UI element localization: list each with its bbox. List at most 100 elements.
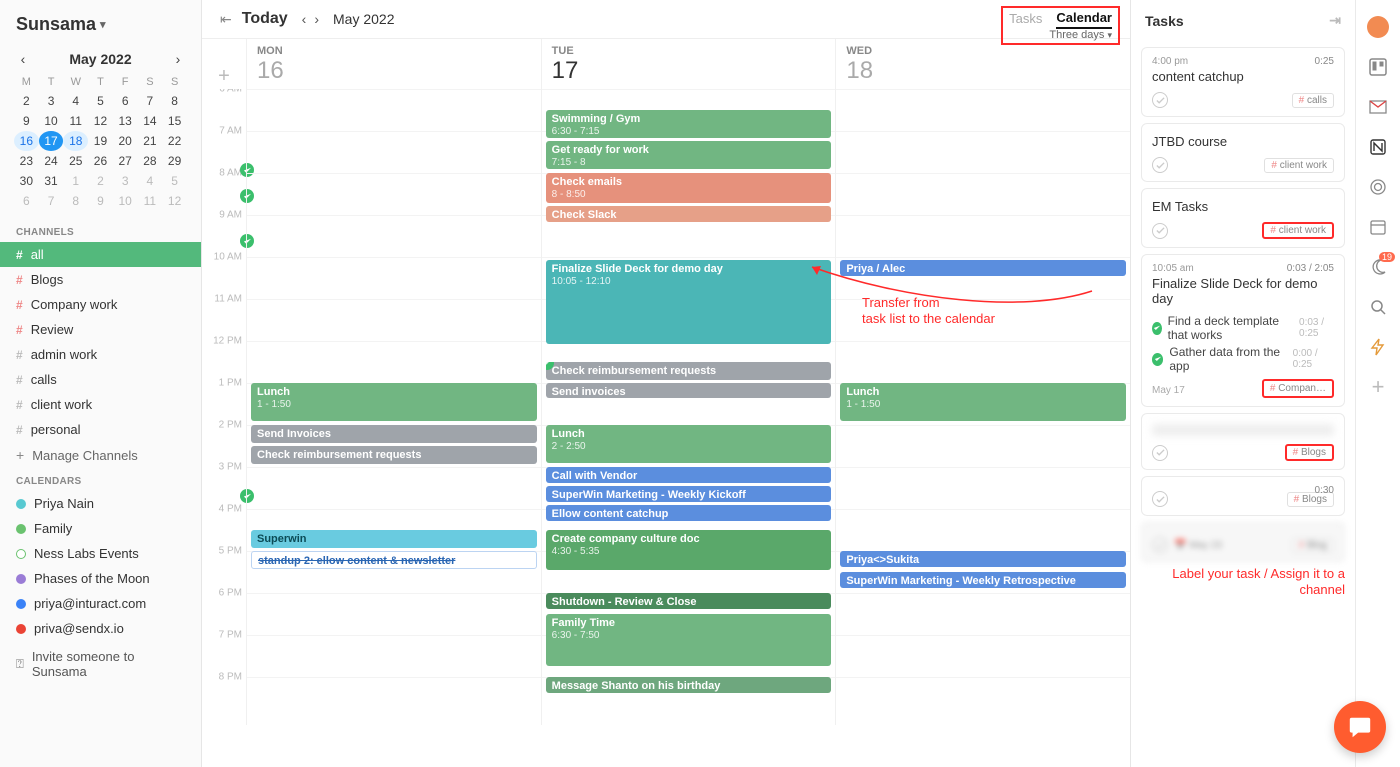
channel-item[interactable]: #personal [0, 417, 201, 442]
complete-circle[interactable] [1152, 157, 1168, 173]
task-card[interactable]: 10:05 am0:03 / 2:05Finalize Slide Deck f… [1141, 254, 1345, 407]
expand-panel-icon[interactable]: ⇥ [1329, 12, 1341, 29]
rail-calendar-icon[interactable] [1367, 216, 1389, 238]
rail-bolt-icon[interactable] [1367, 336, 1389, 358]
mini-cal-day[interactable]: 31 [39, 171, 64, 191]
calendar-event[interactable]: Lunch1 - 1:50 [251, 383, 537, 421]
mini-cal-day[interactable]: 24 [39, 151, 64, 171]
mini-cal-day[interactable]: 18 [63, 131, 88, 151]
mini-cal-day[interactable]: 7 [138, 91, 163, 111]
calendar-event[interactable]: Shutdown - Review & Close [546, 593, 832, 609]
calendar-event[interactable]: Send invoices [546, 383, 832, 398]
channel-item[interactable]: #admin work [0, 342, 201, 367]
task-tag[interactable]: # client work [1262, 222, 1334, 239]
prev-day[interactable]: ‹ [302, 11, 307, 27]
day-column-mon[interactable]: Lunch1 - 1:50Send InvoicesCheck reimburs… [246, 89, 541, 725]
mini-cal-day[interactable]: 30 [14, 171, 39, 191]
mini-cal-day[interactable]: 3 [39, 91, 64, 111]
rail-target-icon[interactable] [1367, 176, 1389, 198]
complete-circle[interactable] [1152, 537, 1168, 553]
rail-search-icon[interactable] [1367, 296, 1389, 318]
calendar-event[interactable]: Check Slack [546, 206, 832, 222]
rail-gmail-icon[interactable] [1367, 96, 1389, 118]
mini-cal-day[interactable]: 22 [162, 131, 187, 151]
mini-cal-day[interactable]: 17 [39, 131, 64, 151]
task-card[interactable]: 📅 May 23# Blog [1141, 522, 1345, 562]
calendar-item[interactable]: priva@sendx.io [0, 616, 201, 641]
mini-cal-day[interactable]: 12 [88, 111, 113, 131]
mini-cal-day[interactable]: 15 [162, 111, 187, 131]
day-header[interactable]: MON16 [246, 39, 541, 89]
day-header[interactable]: TUE17 [541, 39, 836, 89]
calendar-event[interactable]: Swimming / Gym6:30 - 7:15 [546, 110, 832, 138]
calendar-event[interactable]: Lunch2 - 2:50 [546, 425, 832, 463]
today-button[interactable]: Today [242, 10, 288, 28]
mini-cal-day[interactable]: 23 [14, 151, 39, 171]
next-day[interactable]: › [314, 11, 319, 27]
calendar-event[interactable]: Ellow content catchup [546, 505, 832, 521]
task-tag[interactable]: # Blogs [1285, 444, 1334, 461]
task-card[interactable]: # Blogs [1141, 413, 1345, 470]
mini-cal-day[interactable]: 2 [88, 171, 113, 191]
calendar-event[interactable]: Create company culture doc4:30 - 5:35 [546, 530, 832, 570]
mini-cal-day[interactable]: 12 [162, 191, 187, 211]
mini-cal-day[interactable]: 10 [113, 191, 138, 211]
rail-notion-icon[interactable] [1367, 136, 1389, 158]
calendar-item[interactable]: Ness Labs Events [0, 541, 201, 566]
mini-cal-day[interactable]: 26 [88, 151, 113, 171]
calendar-event[interactable]: Superwin [251, 530, 537, 548]
mini-cal-prev[interactable]: ‹ [16, 51, 30, 67]
rail-add-button[interactable]: + [1367, 376, 1389, 398]
complete-circle[interactable] [1152, 445, 1168, 461]
intercom-launcher[interactable] [1334, 701, 1386, 753]
channel-item[interactable]: #client work [0, 392, 201, 417]
mini-cal-day[interactable]: 20 [113, 131, 138, 151]
manage-channels[interactable]: + Manage Channels [0, 442, 201, 468]
calendar-item[interactable]: priya@inturact.com [0, 591, 201, 616]
mini-cal-day[interactable]: 5 [162, 171, 187, 191]
mini-cal-day[interactable]: 2 [14, 91, 39, 111]
mini-cal-day[interactable]: 14 [138, 111, 163, 131]
mini-cal-day[interactable]: 4 [63, 91, 88, 111]
calendar-event[interactable]: Call with Vendor [546, 467, 832, 483]
mini-cal-day[interactable]: 1 [63, 171, 88, 191]
calendar-event[interactable]: SuperWin Marketing - Weekly Kickoff [546, 486, 832, 502]
task-card[interactable]: 0:30# Blogs [1141, 476, 1345, 516]
mini-cal-day[interactable]: 28 [138, 151, 163, 171]
mini-cal-day[interactable]: 6 [14, 191, 39, 211]
mini-cal-day[interactable]: 27 [113, 151, 138, 171]
mini-cal-day[interactable]: 6 [113, 91, 138, 111]
calendar-event[interactable]: SuperWin Marketing - Weekly Retrospectiv… [840, 572, 1126, 588]
day-header[interactable]: WED18 [835, 39, 1130, 89]
mini-cal-day[interactable]: 7 [39, 191, 64, 211]
calendar-grid[interactable]: 6 AM7 AM8 AM9 AM10 AM11 AM12 PM1 PM2 PM3… [202, 89, 1130, 725]
calendar-item[interactable]: Phases of the Moon [0, 566, 201, 591]
day-column-tue[interactable]: Swimming / Gym6:30 - 7:15 Get ready for w… [541, 89, 836, 725]
add-task-button[interactable]: + [202, 39, 246, 89]
mini-cal-day[interactable]: 11 [138, 191, 163, 211]
channel-item[interactable]: #calls [0, 367, 201, 392]
mini-cal-day[interactable]: 9 [88, 191, 113, 211]
brand-menu[interactable]: Sunsama ▾ [0, 8, 201, 47]
task-tag[interactable]: # calls [1292, 93, 1334, 108]
complete-circle[interactable] [1152, 92, 1168, 108]
channel-item[interactable]: #Company work [0, 292, 201, 317]
rail-moon-icon[interactable] [1367, 256, 1389, 278]
task-tag[interactable]: # Compan… [1262, 379, 1334, 398]
tab-tasks[interactable]: Tasks [1009, 11, 1042, 28]
calendar-event[interactable]: Priya / Alec [840, 260, 1126, 276]
calendar-event[interactable]: Family Time6:30 - 7:50 [546, 614, 832, 666]
task-card[interactable]: EM Tasks# client work [1141, 188, 1345, 248]
complete-circle[interactable] [1152, 491, 1168, 507]
collapse-sidebar-icon[interactable]: ⇤ [220, 11, 232, 28]
calendar-event[interactable]: Check emails8 - 8:50 [546, 173, 832, 203]
mini-cal-day[interactable]: 8 [63, 191, 88, 211]
task-card[interactable]: 4:00 pm0:25content catchup# calls [1141, 47, 1345, 117]
calendar-event[interactable]: Send Invoices [251, 425, 537, 443]
tab-calendar[interactable]: Calendar [1056, 10, 1112, 29]
calendar-event[interactable]: Get ready for work7:15 - 8 [546, 141, 832, 169]
task-tag[interactable]: # client work [1264, 158, 1334, 173]
channel-item[interactable]: #all [0, 242, 201, 267]
mini-cal-day[interactable]: 8 [162, 91, 187, 111]
channel-item[interactable]: #Review [0, 317, 201, 342]
